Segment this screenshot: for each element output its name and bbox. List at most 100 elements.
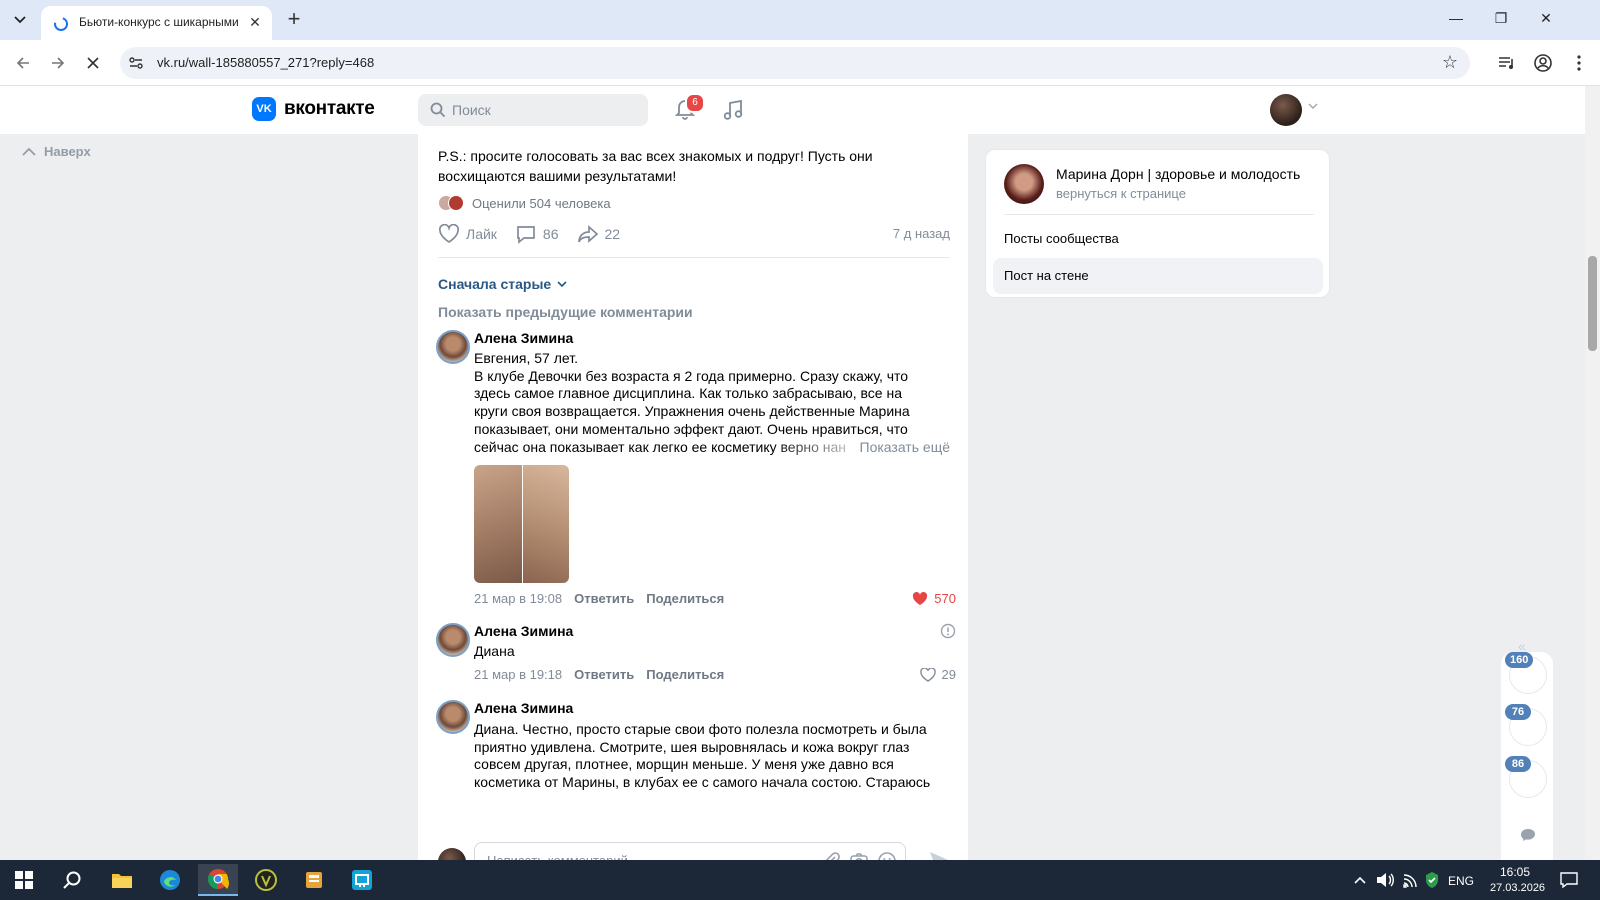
vk-logo[interactable]: VK вконтакте xyxy=(252,97,375,121)
comment-author-avatar[interactable] xyxy=(436,700,470,734)
scrollbar-thumb[interactable] xyxy=(1588,256,1597,351)
music-icon[interactable] xyxy=(723,99,743,121)
attach-icon[interactable] xyxy=(821,851,841,860)
app-button[interactable] xyxy=(246,864,286,896)
comment-input-box[interactable] xyxy=(474,842,906,860)
show-previous-comments-link[interactable]: Показать предыдущие комментарии xyxy=(438,304,693,320)
forward-button[interactable] xyxy=(47,52,69,74)
chevron-down-icon[interactable] xyxy=(1308,103,1318,109)
vk-logo-text: вконтакте xyxy=(284,98,375,119)
chat-count-badge: 86 xyxy=(1505,756,1531,772)
search-icon xyxy=(430,102,446,118)
comment-text: Евгения, 57 лет. В клубе Девочки без воз… xyxy=(474,350,950,456)
vk-search[interactable] xyxy=(418,94,648,126)
playlist-icon xyxy=(1499,57,1513,69)
browser-tab-active[interactable]: Бьюти-конкурс с шикарными ✕ xyxy=(41,6,272,40)
comment-line: круги своя возвращается. Упражнения очен… xyxy=(474,403,910,420)
heart-icon xyxy=(438,224,460,243)
share-comment-button[interactable]: Поделиться xyxy=(646,591,724,606)
media-control-button[interactable] xyxy=(1496,52,1518,74)
edge-button[interactable] xyxy=(150,864,190,896)
page-scrollbar[interactable] xyxy=(1585,86,1600,860)
send-icon[interactable] xyxy=(928,850,950,860)
comments-sort-dropdown[interactable]: Сначала старые xyxy=(438,276,567,292)
wifi-icon[interactable] xyxy=(1402,872,1420,888)
stop-loading-button[interactable] xyxy=(82,52,104,74)
taskbar-search-button[interactable] xyxy=(52,864,92,896)
back-to-page-link[interactable]: вернуться к странице xyxy=(1056,186,1186,201)
emoji-icon[interactable] xyxy=(877,851,897,860)
post-actions: Лайк 86 22 xyxy=(438,224,638,244)
comment-date[interactable]: 21 мар в 19:18 xyxy=(474,667,562,682)
composer-tools xyxy=(821,851,897,860)
comment-author-avatar[interactable] xyxy=(436,330,470,364)
comment-like-button[interactable]: 570 xyxy=(912,591,956,606)
input-language[interactable]: ENG xyxy=(1448,874,1474,888)
tab-search-button[interactable] xyxy=(8,8,32,32)
back-to-top-button[interactable]: Наверх xyxy=(22,144,91,159)
community-avatar[interactable] xyxy=(1004,164,1044,204)
windows-logo-icon xyxy=(15,871,33,889)
comment-meta: 21 мар в 19:18 Ответить Поделиться xyxy=(474,667,724,682)
chrome-icon xyxy=(207,869,229,889)
comment-author[interactable]: Алена Зимина xyxy=(474,330,573,346)
minimize-button[interactable]: — xyxy=(1444,10,1468,30)
address-bar[interactable]: vk.ru/wall-185880557_271?reply=468 ☆ xyxy=(120,47,1470,79)
share-comment-button[interactable]: Поделиться xyxy=(646,667,724,682)
browser-toolbar: vk.ru/wall-185880557_271?reply=468 ☆ xyxy=(0,40,1600,86)
browser-menu-button[interactable] xyxy=(1568,52,1590,74)
url-text[interactable]: vk.ru/wall-185880557_271?reply=468 xyxy=(157,55,374,70)
restore-button[interactable]: ❐ xyxy=(1489,10,1513,30)
community-title[interactable]: Марина Дорн | здоровье и молодость xyxy=(1056,166,1311,182)
comment-date[interactable]: 21 мар в 19:08 xyxy=(474,591,562,606)
chrome-button[interactable] xyxy=(198,864,238,896)
clock-time[interactable]: 16:05 xyxy=(1500,865,1530,879)
vk-page: VK вконтакте 6 Наверх P.S.: просите голо… xyxy=(0,86,1585,860)
comment-author-avatar[interactable] xyxy=(436,623,470,657)
reply-button[interactable]: Ответить xyxy=(574,667,634,682)
clock-date[interactable]: 27.03.2026 xyxy=(1490,882,1545,894)
report-icon[interactable] xyxy=(940,623,956,639)
file-explorer-button[interactable] xyxy=(102,864,142,896)
edge-icon xyxy=(160,870,180,890)
share-button[interactable]: 22 xyxy=(577,224,620,244)
comment-input[interactable] xyxy=(487,843,807,860)
nav-wall-post[interactable]: Пост на стене xyxy=(993,258,1323,294)
profile-button[interactable] xyxy=(1532,52,1554,74)
comment-photo[interactable] xyxy=(474,465,569,583)
comment-author[interactable]: Алена Зимина xyxy=(474,700,573,716)
tab-close-icon[interactable]: ✕ xyxy=(245,12,265,32)
comment-line: В клубе Девочки без возраста я 2 года пр… xyxy=(474,367,909,384)
messages-icon[interactable] xyxy=(1520,828,1536,842)
comments-button[interactable]: 86 xyxy=(515,224,559,244)
close-window-button[interactable]: ✕ xyxy=(1534,10,1558,30)
chevron-up-icon[interactable] xyxy=(1354,876,1366,884)
shield-icon[interactable] xyxy=(1424,871,1440,889)
archive-app-button[interactable] xyxy=(294,864,334,896)
new-tab-button[interactable]: + xyxy=(282,8,306,32)
user-avatar[interactable] xyxy=(1270,94,1302,126)
back-button[interactable] xyxy=(12,52,34,74)
camera-icon[interactable] xyxy=(849,851,869,860)
show-more-link[interactable]: Показать ещё xyxy=(860,439,951,457)
search-input[interactable] xyxy=(452,94,642,126)
nav-community-posts[interactable]: Посты сообщества xyxy=(993,221,1323,257)
reactions-summary[interactable]: Оценили 504 человека xyxy=(438,195,611,211)
comment-like-button[interactable]: 29 xyxy=(919,667,956,682)
notifications-center-icon[interactable] xyxy=(1560,872,1578,888)
remote-app-button[interactable] xyxy=(342,864,382,896)
vk-header: VK вконтакте 6 xyxy=(0,86,1585,134)
site-info-icon[interactable] xyxy=(128,55,144,71)
volume-icon[interactable] xyxy=(1376,872,1394,888)
reply-button[interactable]: Ответить xyxy=(574,591,634,606)
comment-line: совсем другая, плотнее, морщин меньше. У… xyxy=(474,756,894,773)
comment-author[interactable]: Алена Зимина xyxy=(474,623,573,639)
post-column: P.S.: просите голосовать за вас всех зна… xyxy=(418,134,968,860)
like-button[interactable]: Лайк xyxy=(438,224,497,244)
comment-text: Диана xyxy=(474,643,944,661)
post-time[interactable]: 7 д назад xyxy=(893,226,950,241)
loading-favicon-icon xyxy=(54,17,68,31)
start-button[interactable] xyxy=(4,864,44,896)
archive-icon xyxy=(306,872,322,888)
bookmark-star-icon[interactable]: ☆ xyxy=(1442,52,1458,73)
